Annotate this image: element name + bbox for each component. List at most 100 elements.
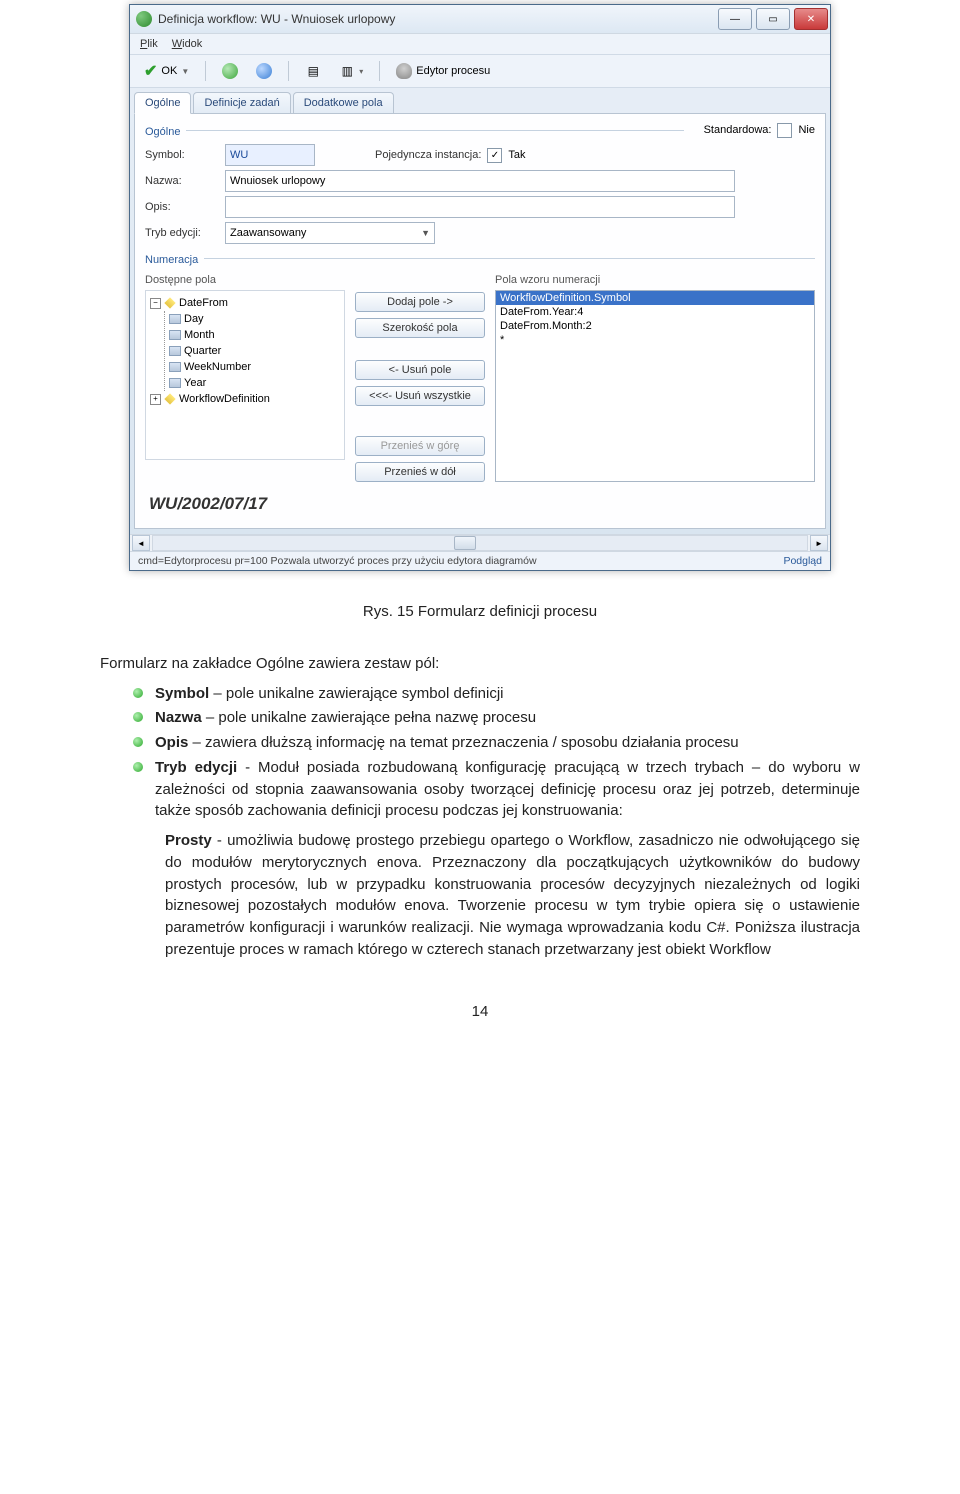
tree-label: Day bbox=[184, 311, 204, 327]
desc-row: Opis: bbox=[145, 196, 815, 218]
nav-forward-button[interactable] bbox=[250, 61, 278, 81]
check-icon: ✔ bbox=[144, 61, 157, 81]
list-item[interactable]: WorkflowDefinition.Symbol bbox=[496, 291, 814, 305]
list-item: Symbol – pole unikalne zawierające symbo… bbox=[155, 683, 860, 705]
property-icon bbox=[169, 330, 181, 340]
nav-back-button[interactable] bbox=[216, 61, 244, 81]
collapse-icon[interactable]: − bbox=[150, 298, 161, 309]
standard-value: Nie bbox=[798, 124, 815, 136]
desc-label: Opis: bbox=[145, 201, 225, 213]
tree-children: Day Month Quarter WeekNumber Year bbox=[164, 311, 340, 391]
minimize-button[interactable]: — bbox=[718, 8, 752, 30]
ok-button[interactable]: ✔ OK ▼ bbox=[138, 59, 195, 83]
remove-field-button[interactable]: <- Usuń pole bbox=[355, 360, 485, 380]
sub-text: - umożliwia budowę prostego przebiegu op… bbox=[165, 832, 860, 958]
tree-node-datefrom[interactable]: − DateFrom bbox=[150, 295, 340, 311]
menubar: Plik Widok bbox=[130, 34, 830, 55]
editor-button[interactable]: Edytor procesu bbox=[390, 61, 496, 81]
symbol-label: Symbol: bbox=[145, 149, 225, 161]
scroll-track[interactable] bbox=[152, 535, 808, 551]
editor-label: Edytor procesu bbox=[416, 65, 490, 77]
horizontal-scrollbar[interactable]: ◄ ► bbox=[130, 534, 830, 551]
app-icon bbox=[136, 11, 152, 27]
list-item[interactable]: DateFrom.Month:2 bbox=[496, 319, 814, 333]
titlebar: Definicja workflow: WU - Wnuiosek urlopo… bbox=[130, 5, 830, 34]
sub-bold: Prosty bbox=[165, 832, 212, 849]
pages-icon: ▥ bbox=[339, 63, 355, 79]
single-instance-checkbox[interactable]: ✓ bbox=[487, 148, 502, 163]
tree-node[interactable]: Year bbox=[169, 375, 340, 391]
close-button[interactable]: ✕ bbox=[794, 8, 828, 30]
tree-node[interactable]: Quarter bbox=[169, 343, 340, 359]
tool-2-button[interactable]: ▥▾ bbox=[333, 61, 369, 81]
preview-text: WU/2002/07/17 bbox=[149, 494, 811, 514]
bullet-bold: Opis bbox=[155, 734, 188, 751]
available-fields-col: Dostępne pola − DateFrom Day Month Quart… bbox=[145, 274, 345, 482]
tab-general[interactable]: Ogólne bbox=[134, 92, 191, 114]
numeration-area: Dostępne pola − DateFrom Day Month Quart… bbox=[145, 274, 815, 482]
single-instance-label: Pojedyncza instancja: bbox=[375, 149, 481, 161]
tree-node[interactable]: Day bbox=[169, 311, 340, 327]
tree-label: WorkflowDefinition bbox=[179, 391, 270, 407]
statusbar: cmd=Edytorprocesu pr=100 Pozwala utworzy… bbox=[130, 551, 830, 570]
bullet-bold: Nazwa bbox=[155, 709, 202, 726]
tree-node-workflowdef[interactable]: + WorkflowDefinition bbox=[150, 391, 340, 407]
toolbar: ✔ OK ▼ ▤ ▥▾ Edytor procesu bbox=[130, 55, 830, 88]
symbol-input[interactable] bbox=[225, 144, 315, 166]
standard-label: Standardowa: bbox=[704, 124, 772, 136]
standard-checkbox[interactable] bbox=[777, 123, 792, 138]
add-field-button[interactable]: Dodaj pole -> bbox=[355, 292, 485, 312]
group-numer-row: Numeracja bbox=[145, 248, 815, 268]
page-icon: ▤ bbox=[305, 63, 321, 79]
tree-label: Month bbox=[184, 327, 215, 343]
sub-paragraph: Prosty - umożliwia budowę prostego przeb… bbox=[165, 830, 860, 961]
scroll-right-button[interactable]: ► bbox=[810, 535, 828, 551]
name-input[interactable] bbox=[225, 170, 735, 192]
move-up-button[interactable]: Przenieś w górę bbox=[355, 436, 485, 456]
tab-tasks[interactable]: Definicje zadań bbox=[193, 92, 290, 114]
pattern-fields-list[interactable]: WorkflowDefinition.Symbol DateFrom.Year:… bbox=[495, 290, 815, 482]
expand-icon[interactable]: + bbox=[150, 394, 161, 405]
property-icon bbox=[169, 346, 181, 356]
maximize-button[interactable]: ▭ bbox=[756, 8, 790, 30]
window-buttons: — ▭ ✕ bbox=[716, 8, 830, 30]
list-item[interactable]: DateFrom.Year:4 bbox=[496, 305, 814, 319]
desc-input[interactable] bbox=[225, 196, 735, 218]
chevron-down-icon: ▼ bbox=[421, 228, 430, 238]
scroll-left-button[interactable]: ◄ bbox=[132, 535, 150, 551]
property-icon bbox=[169, 378, 181, 388]
tool-1-button[interactable]: ▤ bbox=[299, 61, 327, 81]
document-body: Rys. 15 Formularz definicji procesu Form… bbox=[100, 601, 860, 1022]
spacer bbox=[355, 412, 485, 430]
category-icon bbox=[164, 393, 175, 404]
bullet-text: – zawiera dłuższą informację na temat pr… bbox=[188, 734, 738, 751]
field-width-button[interactable]: Szerokość pola bbox=[355, 318, 485, 338]
bullet-list: Symbol – pole unikalne zawierające symbo… bbox=[100, 683, 860, 823]
menu-file[interactable]: Plik bbox=[140, 38, 158, 50]
mode-label: Tryb edycji: bbox=[145, 227, 225, 239]
tree-label: Quarter bbox=[184, 343, 221, 359]
available-fields-tree[interactable]: − DateFrom Day Month Quarter WeekNumber … bbox=[145, 290, 345, 460]
list-item[interactable]: * bbox=[496, 333, 814, 347]
remove-all-button[interactable]: <<<- Usuń wszystkie bbox=[355, 386, 485, 406]
tab-extra[interactable]: Dodatkowe pola bbox=[293, 92, 394, 114]
tabs: Ogólne Definicje zadań Dodatkowe pola bbox=[130, 88, 830, 114]
pattern-fields-col: Pola wzoru numeracji WorkflowDefinition.… bbox=[495, 274, 815, 482]
mode-value: Zaawansowany bbox=[230, 227, 306, 239]
person-icon bbox=[396, 63, 412, 79]
mode-select[interactable]: Zaawansowany ▼ bbox=[225, 222, 435, 244]
single-instance-value: Tak bbox=[508, 149, 525, 161]
tree-node[interactable]: Month bbox=[169, 327, 340, 343]
menu-view[interactable]: Widok bbox=[172, 38, 203, 50]
tree-node[interactable]: WeekNumber bbox=[169, 359, 340, 375]
pattern-fields-title: Pola wzoru numeracji bbox=[495, 274, 815, 286]
arrow-left-icon bbox=[222, 63, 238, 79]
spacer bbox=[355, 344, 485, 354]
move-down-button[interactable]: Przenieś w dół bbox=[355, 462, 485, 482]
tree-label: Year bbox=[184, 375, 206, 391]
scroll-thumb[interactable] bbox=[454, 536, 476, 550]
bullet-bold: Tryb edycji bbox=[155, 759, 237, 776]
separator bbox=[288, 61, 289, 81]
group-numer-title: Numeracja bbox=[145, 254, 198, 266]
status-preview-link[interactable]: Podgląd bbox=[783, 555, 822, 567]
